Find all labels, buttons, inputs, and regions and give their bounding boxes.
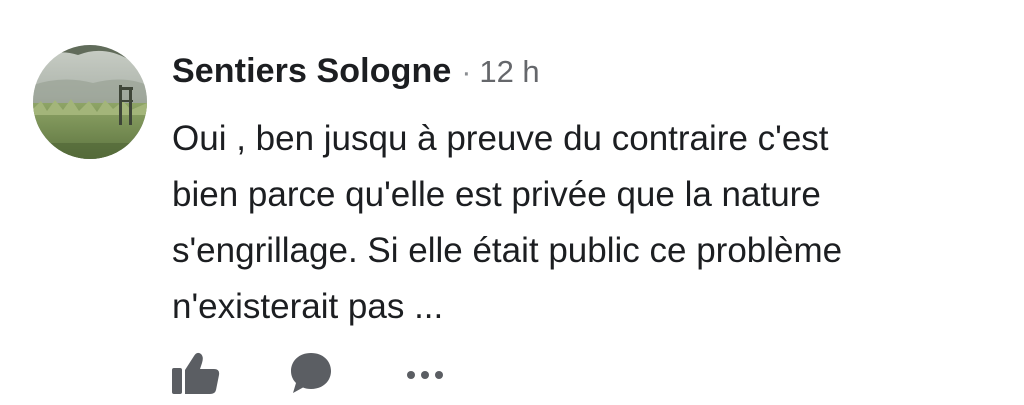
like-button[interactable] [170, 350, 222, 396]
thumbs-up-icon [172, 352, 220, 394]
author-name[interactable]: Sentiers Sologne [172, 52, 451, 91]
comment-text-line: n'existerait pas ... [172, 287, 444, 326]
speech-bubble-icon [291, 353, 331, 393]
comment-header: Sentiers Sologne · 12 h [172, 52, 540, 96]
avatar[interactable] [33, 45, 147, 159]
reply-button[interactable] [288, 350, 334, 396]
comment-text-line: s'engrillage. Si elle était public ce pr… [172, 231, 843, 270]
more-dots-icon [407, 371, 443, 379]
meta-separator: · [461, 56, 472, 89]
more-options-button[interactable] [403, 350, 447, 396]
comment-text-line: Oui , ben jusqu à preuve du contraire c'… [172, 119, 829, 158]
timestamp[interactable]: 12 h [479, 54, 539, 90]
comment-text-line: bien parce qu'elle est privée que la nat… [172, 175, 821, 214]
comment-text: Oui , ben jusqu à preuve du contraire c'… [172, 111, 1002, 335]
avatar-photo [33, 45, 147, 159]
comment: Sentiers Sologne · 12 h Oui , ben jusqu … [0, 0, 1024, 405]
